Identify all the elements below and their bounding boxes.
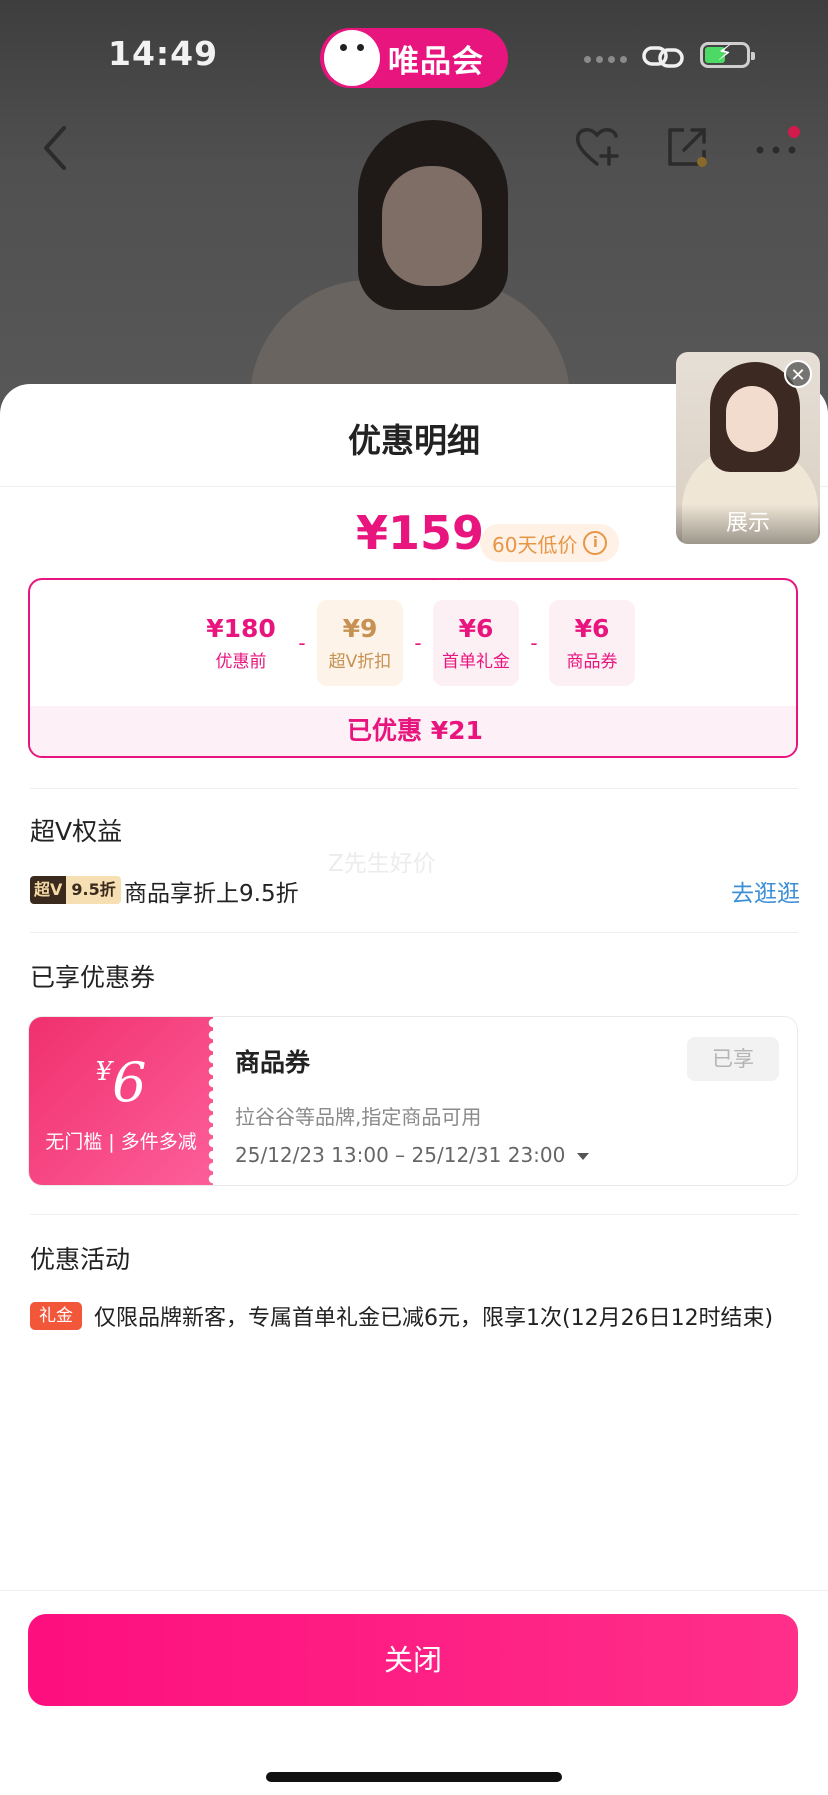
coupon-scope: 拉谷谷等品牌,指定商品可用: [235, 1105, 482, 1129]
coupon-amount: ¥6: [95, 1051, 147, 1114]
super-v-badge-label: 超V: [30, 876, 67, 904]
floating-video-thumbnail[interactable]: ✕ 展示: [676, 352, 820, 544]
status-bar: 14:49 唯品会 ⚡: [0, 0, 828, 110]
battery-icon: ⚡: [700, 41, 755, 68]
home-indicator[interactable]: [266, 1772, 562, 1782]
close-button[interactable]: 关闭: [28, 1614, 798, 1706]
coupon-status-button: 已享: [687, 1037, 779, 1081]
product-photo: [210, 110, 590, 420]
divider: [30, 788, 798, 789]
coupon-name: 商品券: [235, 1048, 311, 1077]
product-coupon-amount: ¥6: [574, 614, 610, 643]
info-icon[interactable]: i: [583, 531, 608, 555]
super-v-discount-label: 超V折扣: [328, 652, 392, 672]
share-icon[interactable]: [662, 122, 712, 172]
divider: [30, 932, 798, 933]
final-price: ¥159: [356, 506, 485, 560]
low-price-badge[interactable]: 60天低价 i: [480, 524, 620, 562]
link-icon: [642, 46, 684, 68]
coupons-section-title: 已享优惠券: [30, 963, 156, 992]
minus-sign: -: [298, 631, 306, 655]
brand-logo-pill[interactable]: 唯品会: [320, 28, 508, 88]
discount-detail-sheet: 优惠明细 ¥159 60天低价 i ¥180 优惠前 - ¥9 超V折扣 - ¥…: [0, 384, 828, 1795]
super-v-badge-discount: 9.5折: [66, 876, 121, 904]
original-price-amount: ¥180: [206, 614, 276, 643]
browse-link[interactable]: 去逛逛: [731, 874, 800, 908]
coupon-card[interactable]: ¥6 无门槛 | 多件多减 商品券 拉谷谷等品牌,指定商品可用 25/12/23…: [28, 1016, 798, 1186]
original-price-item: ¥180 优惠前: [195, 600, 287, 686]
super-v-section-title: 超V权益: [30, 817, 123, 846]
super-v-description: 商品享折上9.5折: [124, 881, 299, 907]
signal-dots-icon: [584, 56, 627, 63]
mascot-icon: [324, 30, 380, 86]
activity-description: 仅限品牌新客，专属首单礼金已减6元，限享1次(12月26日12时结束): [94, 1306, 774, 1331]
super-v-discount-item: ¥9 超V折扣: [317, 600, 403, 686]
product-coupon-label: 商品券: [566, 652, 618, 672]
chevron-down-icon[interactable]: [577, 1153, 590, 1160]
minus-sign: -: [414, 631, 422, 655]
brand-name: 唯品会: [388, 43, 484, 80]
super-v-benefit-row: 超V 9.5折 商品享折上9.5折 去逛逛: [30, 872, 800, 912]
divider: [0, 1590, 828, 1591]
low-price-label: 60天低价: [492, 532, 578, 557]
first-order-gift-amount: ¥6: [458, 614, 494, 643]
first-order-gift-item: ¥6 首单礼金: [433, 600, 519, 686]
minus-sign: -: [530, 631, 538, 655]
status-time: 14:49: [108, 34, 219, 73]
gift-tag: 礼金: [30, 1302, 82, 1330]
price-breakdown-box: ¥180 优惠前 - ¥9 超V折扣 - ¥6 首单礼金 - ¥6 商品券 已优…: [28, 578, 798, 758]
product-coupon-item: ¥6 商品券: [549, 600, 635, 686]
coupon-rule: 无门槛 | 多件多减: [45, 1131, 197, 1153]
coupon-validity[interactable]: 25/12/23 13:00 – 25/12/31 23:00: [235, 1143, 590, 1167]
total-saved-bar: 已优惠 ¥21: [30, 706, 796, 756]
super-v-discount-amount: ¥9: [342, 614, 378, 643]
more-options-icon[interactable]: [748, 122, 808, 172]
thumbnail-label: 展示: [676, 504, 820, 544]
original-price-label: 优惠前: [215, 652, 267, 672]
first-order-gift-label: 首单礼金: [442, 652, 510, 672]
perforation-edge: [207, 1017, 219, 1185]
divider: [30, 1214, 798, 1215]
favorite-add-icon[interactable]: [572, 122, 622, 172]
activities-section-title: 优惠活动: [30, 1245, 131, 1274]
back-arrow-icon[interactable]: [36, 120, 72, 176]
coupon-value-panel: ¥6 无门槛 | 多件多减: [29, 1017, 219, 1185]
close-icon[interactable]: ✕: [784, 360, 812, 388]
caret-pointer: [431, 580, 461, 594]
super-v-badge: 超V 9.5折: [30, 876, 121, 904]
notification-dot: [788, 126, 800, 138]
activity-row: 礼金 仅限品牌新客，专属首单礼金已减6元，限享1次(12月26日12时结束): [30, 1298, 810, 1338]
